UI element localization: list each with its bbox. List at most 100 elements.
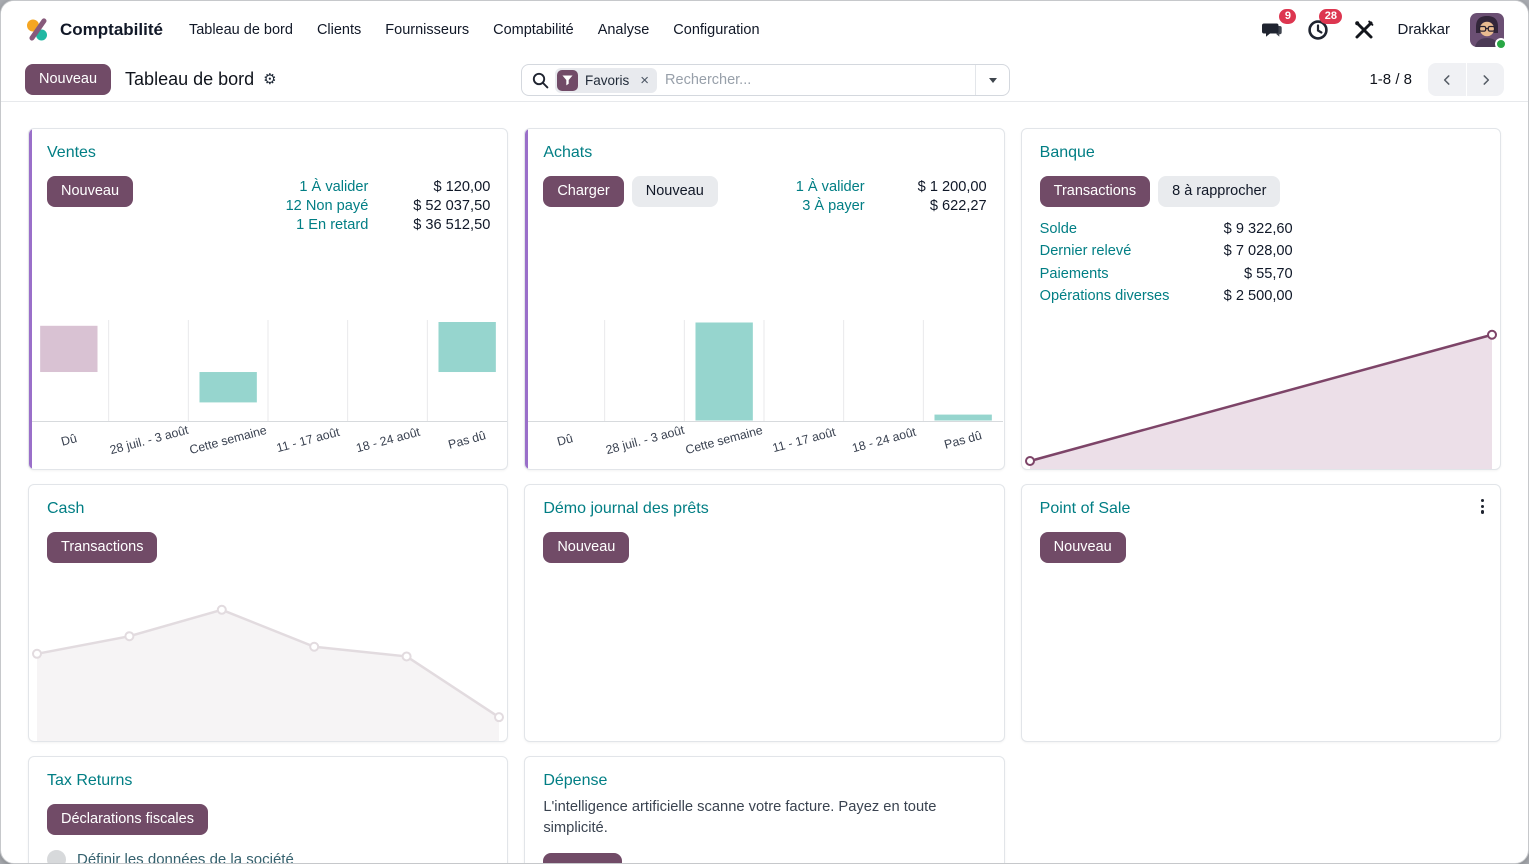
x-axis-label: 11 - 17 août [275, 425, 341, 455]
new-button[interactable]: Nouveau [25, 64, 111, 95]
kpi-value: $ 52 037,50 [368, 198, 490, 214]
nav-right-tools: 9 28 Drakkar [1259, 13, 1504, 47]
pager-previous-button[interactable] [1428, 63, 1466, 96]
kpi-link[interactable]: Opérations diverses [1040, 286, 1170, 308]
online-status-dot [1495, 38, 1507, 50]
card-depense-title[interactable]: Dépense [543, 772, 607, 790]
kpi-link[interactable]: Dernier relevé [1040, 241, 1132, 263]
card-point-of-sale: Point of Sale Nouveau [1021, 484, 1501, 742]
depense-description: L'intelligence artificielle scanne votre… [543, 797, 973, 840]
tools-icon[interactable] [1351, 17, 1377, 43]
kpi-value: $ 622,27 [865, 198, 987, 214]
app-name: Comptabilité [60, 20, 163, 40]
activities-clock-icon[interactable]: 28 [1305, 17, 1331, 43]
kpi-row: Opérations diverses $ 2 500,00 [1040, 286, 1293, 308]
banque-kpis: Solde $ 9 322,60 Dernier relevé $ 7 028,00… [1040, 219, 1293, 308]
onboarding-step-row: Définir les données de la société [47, 850, 489, 864]
kpi-link[interactable]: 1 À valider [299, 179, 368, 195]
cash-transactions-button[interactable]: Transactions [47, 532, 157, 563]
kpi-row: 3 À payer$ 622,27 [796, 198, 987, 214]
kpi-row: 1 À valider$ 120,00 [286, 179, 491, 195]
app-brand[interactable]: Comptabilité [25, 18, 163, 42]
x-axis-label: Dû [556, 431, 575, 449]
pager: 1-8 / 8 [1369, 63, 1504, 96]
kpi-row: Solde $ 9 322,60 [1040, 219, 1293, 241]
page-title: Tableau de bord [125, 69, 254, 90]
x-axis-label: 18 - 24 août [354, 425, 421, 456]
search-icon [522, 72, 555, 89]
card-demo-prets-title[interactable]: Démo journal des prêts [543, 500, 708, 518]
app-window: Comptabilité Tableau de bord Clients Fou… [0, 0, 1529, 864]
card-ventes-title[interactable]: Ventes [47, 144, 96, 162]
facet-label: Favoris [585, 73, 629, 88]
x-axis-label: Cette semaine [188, 423, 268, 457]
kpi-row: Paiements $ 55,70 [1040, 264, 1293, 286]
kpi-link[interactable]: Paiements [1040, 264, 1109, 286]
menu-item-fournisseurs[interactable]: Fournisseurs [373, 15, 481, 45]
onboarding-step-link[interactable]: Définir les données de la société [77, 851, 294, 864]
kpi-value: $ 7 028,00 [1224, 241, 1293, 263]
facet-remove-icon[interactable]: × [636, 73, 653, 88]
pager-next-button[interactable] [1466, 63, 1504, 96]
card-ventes: Ventes Nouveau 1 À valider$ 120,00 12 No… [28, 128, 508, 470]
kpi-link[interactable]: 1 En retard [296, 217, 368, 233]
banque-transactions-button[interactable]: Transactions [1040, 176, 1150, 207]
kpi-row: Dernier relevé $ 7 028,00 [1040, 241, 1293, 263]
x-axis-label: 11 - 17 août [771, 425, 837, 455]
kpi-row: 12 Non payé$ 52 037,50 [286, 198, 491, 214]
search-input[interactable] [657, 72, 975, 88]
search-bar[interactable]: Favoris × [521, 64, 1010, 96]
card-cash: Cash Transactions [28, 484, 508, 742]
kpi-row: 1 À valider$ 1 200,00 [796, 179, 987, 195]
kpi-link[interactable]: 1 À valider [796, 179, 865, 195]
top-nav-bar: Comptabilité Tableau de bord Clients Fou… [1, 1, 1528, 58]
card-tax-title[interactable]: Tax Returns [47, 772, 132, 790]
kebab-menu-icon[interactable] [1479, 497, 1486, 516]
ventes-nouveau-button[interactable]: Nouveau [47, 176, 133, 207]
menu-item-tableau-de-bord[interactable]: Tableau de bord [177, 15, 305, 45]
achats-nouveau-button[interactable]: Nouveau [632, 176, 718, 207]
x-axis-label: Pas dû [447, 428, 488, 451]
x-axis-label: 18 - 24 août [850, 425, 917, 456]
card-cash-title[interactable]: Cash [47, 500, 84, 518]
achats-charger-button[interactable]: Charger [543, 176, 623, 207]
x-axis-label: Cette semaine [684, 423, 764, 457]
depense-action-button[interactable] [543, 853, 622, 864]
achats-kpis: 1 À valider$ 1 200,00 3 À payer$ 622,27 [796, 179, 987, 214]
achats-chart: Dû28 juil. - 3 aoûtCette semaine11 - 17 … [525, 320, 1003, 469]
messages-badge: 9 [1279, 9, 1296, 24]
gear-icon[interactable]: ⚙ [263, 72, 276, 87]
user-avatar[interactable] [1470, 13, 1504, 47]
kpi-link[interactable]: 12 Non payé [286, 198, 369, 214]
kpi-link[interactable]: Solde [1040, 219, 1077, 241]
menu-item-configuration[interactable]: Configuration [661, 15, 771, 45]
search-facet-favoris[interactable]: Favoris × [555, 68, 657, 93]
step-circle-icon [47, 850, 66, 864]
kpi-value: $ 55,70 [1244, 264, 1293, 286]
menu-item-clients[interactable]: Clients [305, 15, 373, 45]
accounting-app-icon [25, 18, 49, 42]
card-pos-title[interactable]: Point of Sale [1040, 500, 1131, 518]
kpi-value: $ 2 500,00 [1224, 286, 1293, 308]
demo-prets-nouveau-button[interactable]: Nouveau [543, 532, 629, 563]
kpi-link[interactable]: 3 À payer [802, 198, 864, 214]
menu-item-analyse[interactable]: Analyse [586, 15, 662, 45]
card-tax-returns: Tax Returns Déclarations fiscales Défini… [28, 756, 508, 864]
search-dropdown-toggle[interactable] [975, 65, 1009, 95]
ventes-chart: Dû28 juil. - 3 aoûtCette semaine11 - 17 … [29, 320, 507, 469]
card-achats-title[interactable]: Achats [543, 144, 592, 162]
dashboard-grid: Ventes Nouveau 1 À valider$ 120,00 12 No… [1, 102, 1528, 864]
menu-item-comptabilite[interactable]: Comptabilité [481, 15, 586, 45]
pos-nouveau-button[interactable]: Nouveau [1040, 532, 1126, 563]
declarations-fiscales-button[interactable]: Déclarations fiscales [47, 804, 208, 835]
user-menu[interactable]: Drakkar [1397, 21, 1450, 38]
kpi-value: $ 9 322,60 [1224, 219, 1293, 241]
chevron-down-icon [989, 78, 997, 83]
kpi-row: 1 En retard$ 36 512,50 [286, 217, 491, 233]
x-axis-label: Pas dû [943, 428, 984, 451]
kpi-value: $ 1 200,00 [865, 179, 987, 195]
messages-icon[interactable]: 9 [1259, 17, 1285, 43]
banque-rapprocher-button[interactable]: 8 à rapprocher [1158, 176, 1280, 207]
breadcrumb: Tableau de bord ⚙ [125, 69, 277, 90]
card-banque-title[interactable]: Banque [1040, 144, 1095, 162]
